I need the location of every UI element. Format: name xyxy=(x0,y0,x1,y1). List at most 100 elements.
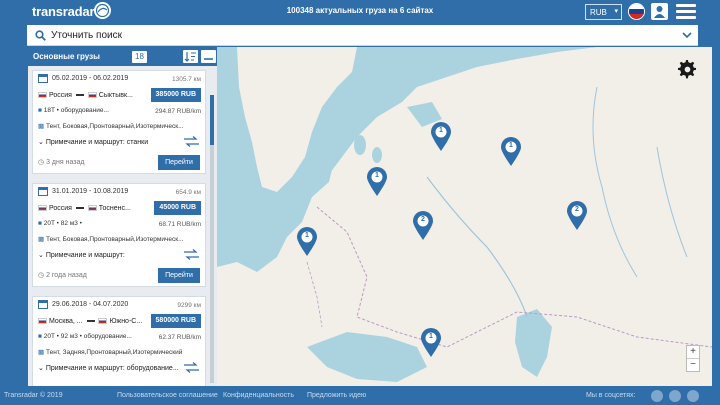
cargo-rate: 294.87 RUB/km xyxy=(155,108,201,115)
cargo-distance: 1305.7 км xyxy=(172,76,201,83)
language-flag-icon[interactable] xyxy=(628,3,645,20)
footer-social-label: Мы в соцсетях: xyxy=(586,392,636,399)
route-from: Россия xyxy=(48,92,72,99)
route-swap-icon[interactable] xyxy=(183,362,200,373)
cargo-dates: 05.02.2019 - 06.02.2019 xyxy=(52,75,129,82)
marker-count: 1 xyxy=(305,232,309,239)
box-icon: ■ xyxy=(38,220,42,227)
cargo-route: Россия Сыктывк... xyxy=(38,92,133,99)
chevron-down-icon[interactable] xyxy=(682,32,692,39)
top-header: transradar 100348 актуальных груза на 6 … xyxy=(0,0,720,24)
flag-icon xyxy=(87,205,97,212)
cargo-posted-text: 2 года назад xyxy=(46,272,87,279)
cargo-map-marker[interactable]: 1 xyxy=(296,227,318,257)
marker-count: 1 xyxy=(509,142,513,149)
cargo-rate: 62.37 RUB/km xyxy=(158,334,201,341)
cargo-map-marker[interactable]: 1 xyxy=(430,122,452,152)
footer: Transradar © 2019 Пользовательское согла… xyxy=(0,386,720,405)
box-icon: ■ xyxy=(38,333,42,340)
cargo-map-marker[interactable]: 2 xyxy=(566,201,588,231)
cargo-note-text: Примечание и маршрут: xyxy=(45,252,125,259)
route-from: Россия xyxy=(48,205,72,212)
cargo-specs: ■ 20T • 92 м3 • оборудование... xyxy=(38,333,132,340)
cargo-map-marker[interactable]: 1 xyxy=(500,137,522,167)
flag-icon xyxy=(38,92,47,99)
cargo-price: 45000 RUB xyxy=(154,201,201,215)
marker-count: 2 xyxy=(575,206,579,213)
cargo-list-scrollbar[interactable] xyxy=(210,95,214,383)
refine-search-label: Уточнить поиск xyxy=(51,30,122,41)
truck-icon: ▩ xyxy=(38,236,45,243)
marker-count: 1 xyxy=(439,127,443,134)
zoom-out-button[interactable]: − xyxy=(687,358,699,371)
currency-select[interactable]: RUB ▾ xyxy=(585,4,622,20)
cargo-map-marker[interactable]: 1 xyxy=(366,167,388,197)
arrow-right-icon xyxy=(86,320,95,322)
flag-icon xyxy=(38,318,47,325)
route-to: Южно-С... xyxy=(109,318,143,325)
cargo-route: Россия Тосненс... xyxy=(38,205,131,212)
scroll-thumb[interactable] xyxy=(210,95,214,145)
footer-link-agreement[interactable]: Пользовательское соглашение xyxy=(117,392,218,399)
truck-icon: ▩ xyxy=(38,349,45,356)
collapse-panel-button[interactable] xyxy=(201,50,216,63)
cargo-posted-time: ◷ 2 года назад xyxy=(38,271,87,279)
cargo-note[interactable]: ⌄ Примечание и маршрут: xyxy=(38,251,125,259)
flag-icon xyxy=(38,205,47,212)
hamburger-menu-button[interactable] xyxy=(676,4,696,20)
cargo-note[interactable]: ⌄ Примечание и маршрут: оборудование... xyxy=(38,364,179,372)
map-background xyxy=(217,47,712,386)
odnoklassniki-icon[interactable] xyxy=(669,390,681,402)
cargo-body-type: ▩ Тент, Боковая,Пронтоварный,Изотермичес… xyxy=(38,235,198,243)
marker-count: 1 xyxy=(375,172,379,179)
vk-icon[interactable] xyxy=(687,390,699,402)
cargo-specs: ■ 18T • оборудование... xyxy=(38,107,109,114)
cargo-card[interactable]: 05.02.2019 - 06.02.2019 1305.7 км Россия… xyxy=(32,70,206,174)
cargo-dates: 29.06.2018 - 04.07.2020 xyxy=(52,301,129,308)
cargo-distance: 654.9 км xyxy=(175,189,201,196)
footer-copyright: Transradar © 2019 xyxy=(4,392,63,399)
cargo-card[interactable]: 31.01.2019 - 10.08.2019 654.9 км Россия … xyxy=(32,183,206,287)
calendar-icon xyxy=(38,300,48,309)
user-button[interactable] xyxy=(651,3,668,20)
cargo-list-title: Основные грузы xyxy=(33,52,100,61)
search-icon xyxy=(35,30,46,41)
currency-value: RUB xyxy=(590,8,607,17)
user-icon xyxy=(654,6,665,18)
cargo-count-badge: 18 xyxy=(132,51,147,63)
cargo-specs-text: 20T • 92 м3 • оборудование... xyxy=(43,333,132,340)
flag-icon xyxy=(87,92,97,99)
cargo-posted-text: 3 дня назад xyxy=(46,159,85,166)
calendar-icon xyxy=(38,74,48,83)
route-from: Москва, ... xyxy=(48,318,83,325)
map-zoom-control[interactable]: + − xyxy=(686,345,700,372)
route-swap-icon[interactable] xyxy=(183,249,200,260)
gear-icon[interactable] xyxy=(678,60,697,79)
truck-icon: ▩ xyxy=(38,123,45,130)
cargo-dates: 31.01.2019 - 10.08.2019 xyxy=(52,188,129,195)
cargo-map-marker[interactable]: 2 xyxy=(412,211,434,241)
chevron-down-icon: ⌄ xyxy=(38,365,44,372)
chevron-down-icon: ⌄ xyxy=(38,252,44,259)
cargo-card[interactable]: 29.06.2018 - 04.07.2020 9299 км Москва, … xyxy=(32,296,206,386)
route-swap-icon[interactable] xyxy=(183,136,200,147)
cargo-price: 580000 RUB xyxy=(150,314,201,328)
sort-button[interactable] xyxy=(183,50,198,63)
cargo-note-text: Примечание и маршрут: оборудование... xyxy=(45,365,179,372)
refine-search-bar[interactable]: Уточнить поиск xyxy=(27,25,698,46)
zoom-in-button[interactable]: + xyxy=(687,346,699,358)
footer-link-privacy[interactable]: Конфиденциальность xyxy=(223,392,294,399)
chevron-down-icon: ▾ xyxy=(614,8,618,15)
map-view[interactable]: 1 1 1 2 2 1 1 xyxy=(217,47,712,386)
go-to-cargo-button[interactable]: Перейти xyxy=(158,268,200,283)
flag-icon xyxy=(98,318,108,325)
go-to-cargo-button[interactable]: Перейти xyxy=(158,155,200,170)
chevron-down-icon: ⌄ xyxy=(38,139,44,146)
route-to: Сыктывк... xyxy=(98,92,133,99)
footer-link-idea[interactable]: Предложить идею xyxy=(307,392,366,399)
minimize-icon xyxy=(204,58,213,60)
facebook-icon[interactable] xyxy=(651,390,663,402)
cargo-map-marker[interactable]: 1 xyxy=(420,328,442,358)
cargo-note[interactable]: ⌄ Примечание и маршрут: станки xyxy=(38,138,148,146)
marker-count: 2 xyxy=(421,216,425,223)
